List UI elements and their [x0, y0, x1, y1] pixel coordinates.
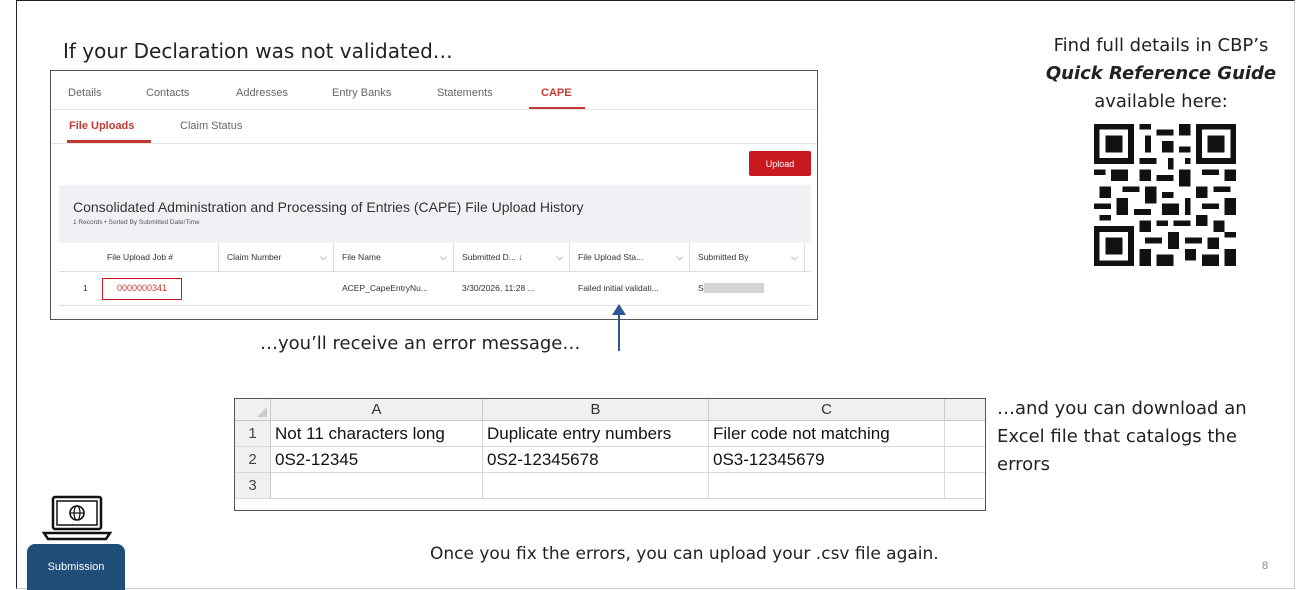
col-submitted-date-label: Submitted D... ↓	[462, 252, 523, 262]
cell-a3[interactable]	[271, 473, 483, 499]
laptop-globe-icon	[42, 495, 112, 541]
col-job-label: File Upload Job #	[107, 252, 174, 262]
history-title: Consolidated Administration and Processi…	[73, 199, 584, 215]
tab-entry-banks[interactable]: Entry Banks	[332, 87, 391, 99]
col-header-c[interactable]: C	[709, 399, 945, 421]
col-file-name[interactable]: File Name ⌵	[334, 243, 454, 271]
cell-a1[interactable]: Not 11 characters long	[271, 421, 483, 447]
row-submitted-date: 3/30/2026, 11:28 ...	[462, 283, 535, 293]
row-status: Failed initial validati...	[578, 283, 659, 293]
row-header-3[interactable]: 3	[235, 473, 271, 499]
cell-b2[interactable]: 0S2-12345678	[483, 447, 709, 473]
chevron-down-icon[interactable]: ⌵	[320, 243, 327, 271]
col-status[interactable]: File Upload Sta... ⌵	[570, 243, 690, 271]
col-status-label: File Upload Sta...	[578, 252, 644, 262]
chevron-down-icon[interactable]: ⌵	[556, 243, 563, 271]
tab-bar: Details Contacts Addresses Entry Banks S…	[51, 71, 817, 110]
tab-contacts[interactable]: Contacts	[146, 87, 189, 99]
tab-details[interactable]: Details	[68, 87, 102, 99]
table-header: File Upload Job # Claim Number ⌵ File Nam…	[59, 243, 811, 272]
intro-text: If your Declaration was not validated…	[63, 39, 453, 63]
cell-c2[interactable]: 0S3-12345679	[709, 447, 945, 473]
qr-code-icon[interactable]	[1094, 124, 1236, 266]
cape-app-panel: Details Contacts Addresses Entry Banks S…	[50, 70, 818, 320]
chevron-down-icon[interactable]: ⌵	[440, 243, 447, 271]
submission-button[interactable]: Submission	[27, 544, 125, 590]
guide-line-3: available here:	[1094, 91, 1228, 112]
row-index: 1	[83, 283, 88, 293]
cell-b1[interactable]: Duplicate entry numbers	[483, 421, 709, 447]
cell-c1[interactable]: Filer code not matching	[709, 421, 945, 447]
subtab-file-uploads[interactable]: File Uploads	[69, 120, 134, 132]
row-file-name: ACEP_CapeEntryNu...	[342, 283, 428, 293]
arrow-shaft	[618, 313, 620, 351]
bottom-instruction: Once you fix the errors, you can upload …	[430, 544, 939, 564]
col-job[interactable]: File Upload Job #	[59, 243, 219, 271]
col-header-a[interactable]: A	[271, 399, 483, 421]
page-number: 8	[1262, 560, 1269, 572]
guide-line-1: Find full details in CBP’s	[1053, 35, 1269, 56]
col-claim-label: Claim Number	[227, 252, 282, 262]
select-all-corner[interactable]	[235, 399, 271, 421]
col-claim[interactable]: Claim Number ⌵	[219, 243, 334, 271]
col-submitted-by[interactable]: Submitted By ⌵	[690, 243, 805, 271]
col-header-b[interactable]: B	[483, 399, 709, 421]
tab-addresses[interactable]: Addresses	[236, 87, 288, 99]
subtab-bar: File Uploads Claim Status	[51, 111, 817, 144]
cell-a2[interactable]: 0S2-12345	[271, 447, 483, 473]
redacted-name	[704, 283, 764, 293]
col-file-name-label: File Name	[342, 252, 381, 262]
col-submitted-date[interactable]: Submitted D... ↓ ⌵	[454, 243, 570, 271]
history-header: Consolidated Administration and Processi…	[59, 185, 811, 243]
download-text: …and you can download an Excel file that…	[997, 398, 1247, 475]
cell-b3[interactable]	[483, 473, 709, 499]
excel-sheet: A B C 1 2 3 Not 11 characters long Dupli…	[234, 398, 986, 511]
history-subtitle: 1 Records • Sorted By Submitted Date/Tim…	[73, 219, 200, 226]
subtab-claim-status[interactable]: Claim Status	[180, 120, 242, 132]
row-header-1[interactable]: 1	[235, 421, 271, 447]
tab-statements[interactable]: Statements	[437, 87, 493, 99]
tab-cape[interactable]: CAPE	[541, 87, 572, 99]
upload-button[interactable]: Upload	[749, 151, 811, 176]
row-header-2[interactable]: 2	[235, 447, 271, 473]
cell-d2[interactable]	[945, 447, 985, 473]
chevron-down-icon[interactable]: ⌵	[791, 243, 798, 271]
col-header-next[interactable]	[945, 399, 985, 421]
job-number-link[interactable]: 0000000341	[102, 278, 182, 300]
active-subtab-indicator	[67, 140, 151, 143]
row-submitted-by: S	[698, 283, 704, 293]
guide-callout: Find full details in CBP’s Quick Referen…	[1030, 32, 1292, 116]
active-tab-indicator	[529, 107, 585, 109]
cell-c3[interactable]	[709, 473, 945, 499]
cell-d3[interactable]	[945, 473, 985, 499]
error-message-text: …you’ll receive an error message…	[260, 333, 581, 354]
cell-d1[interactable]	[945, 421, 985, 447]
chevron-down-icon[interactable]: ⌵	[676, 243, 683, 271]
guide-title: Quick Reference Guide	[1045, 63, 1277, 84]
col-submitted-by-label: Submitted By	[698, 252, 749, 262]
